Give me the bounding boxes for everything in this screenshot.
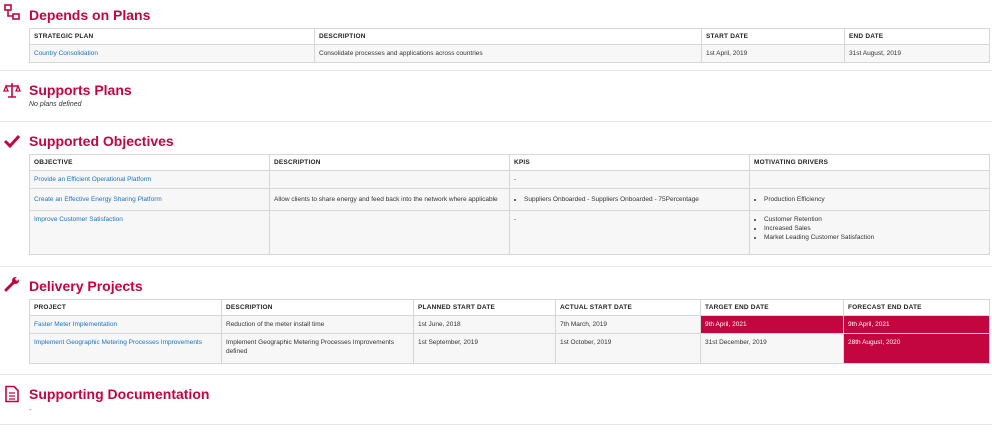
column-header-motivating-drivers: MOTIVATING DRIVERS [749,154,990,171]
section-title-depends-on-plans: Depends on Plans [29,7,151,23]
balance-scale-icon [3,83,21,98]
column-header-end-date: END DATE [844,28,990,45]
driver-item: Customer Retention [764,215,985,224]
supporting-documentation-section: Supporting Documentation - [0,375,992,425]
objective-description [269,170,510,189]
section-title-supported-objectives: Supported Objectives [29,133,174,149]
hierarchy-icon [4,4,20,20]
column-header-kpis: KPIS [509,154,750,171]
column-header-description: DESCRIPTION [221,299,414,316]
column-header-planned-start-date: PLANNED START DATE [413,299,556,316]
driver-item: Market Leading Customer Satisfaction [764,233,985,242]
project-link[interactable]: Implement Geographic Metering Processes … [34,339,202,346]
delivery-projects-table: PROJECT DESCRIPTION PLANNED START DATE A… [29,299,990,364]
planned-start-date: 1st June, 2018 [413,315,556,334]
objective-description: Allow clients to share energy and feed b… [269,188,510,211]
forecast-end-date: 28th August, 2020 [843,333,990,364]
wrench-icon [4,277,19,292]
objective-kpis: Suppliers Onboarded - Suppliers Onboarde… [509,188,750,211]
plan-description: Consolidate processes and applications a… [314,44,702,63]
section-title-supporting-documentation: Supporting Documentation [29,386,210,402]
objective-kpis: - [509,210,750,255]
supports-plans-section: Supports Plans No plans defined [0,71,992,122]
target-end-date: 31st December, 2019 [700,333,844,364]
checkmark-icon [3,134,21,149]
table-row: Faster Meter Implementation Reduction of… [29,315,990,334]
project-description: Reduction of the meter install time [221,315,414,334]
driver-item: Production Efficiency [764,195,985,204]
delivery-projects-section: Delivery Projects PROJECT DESCRIPTION PL… [0,267,992,375]
depends-on-plans-table: STRATEGIC PLAN DESCRIPTION START DATE EN… [29,28,990,63]
objective-link[interactable]: Provide an Efficient Operational Platfor… [34,176,151,183]
objective-kpis: - [509,170,750,189]
column-header-forecast-end-date: FORECAST END DATE [843,299,990,316]
objective-link[interactable]: Improve Customer Satisfaction [34,216,123,223]
table-row: Create an Effective Energy Sharing Platf… [29,188,990,211]
supported-objectives-section: Supported Objectives OBJECTIVE DESCRIPTI… [0,122,992,267]
objective-link[interactable]: Create an Effective Energy Sharing Platf… [34,196,162,203]
planned-start-date: 1st September, 2019 [413,333,556,364]
column-header-target-end-date: TARGET END DATE [700,299,844,316]
objective-drivers: Customer Retention Increased Sales Marke… [749,210,990,255]
actual-start-date: 1st October, 2019 [555,333,701,364]
table-row: Country Consolidation Consolidate proces… [29,44,990,63]
objective-drivers [749,170,990,189]
no-plans-message: No plans defined [29,101,82,108]
plan-end-date: 31st August, 2019 [844,44,990,63]
column-header-actual-start-date: ACTUAL START DATE [555,299,701,316]
kpi-item: Suppliers Onboarded - Suppliers Onboarde… [524,195,745,204]
column-header-objective: OBJECTIVE [29,154,270,171]
forecast-end-date: 9th April, 2021 [843,315,990,334]
strategic-plan-link[interactable]: Country Consolidation [34,50,98,57]
project-link[interactable]: Faster Meter Implementation [34,321,117,328]
plan-start-date: 1st April, 2019 [701,44,845,63]
section-title-supports-plans: Supports Plans [29,82,132,98]
objective-description [269,210,510,255]
column-header-start-date: START DATE [701,28,845,45]
depends-on-plans-section: Depends on Plans STRATEGIC PLAN DESCRIPT… [0,0,992,71]
objective-drivers: Production Efficiency [749,188,990,211]
no-documentation-placeholder: - [29,405,32,414]
column-header-project: PROJECT [29,299,222,316]
table-row: Implement Geographic Metering Processes … [29,333,990,364]
project-description: Implement Geographic Metering Processes … [221,333,414,364]
column-header-strategic-plan: STRATEGIC PLAN [29,28,315,45]
column-header-description: DESCRIPTION [314,28,702,45]
table-row: Provide an Efficient Operational Platfor… [29,170,990,189]
actual-start-date: 7th March, 2019 [555,315,701,334]
supported-objectives-table: OBJECTIVE DESCRIPTION KPIS MOTIVATING DR… [29,154,990,255]
column-header-description: DESCRIPTION [269,154,510,171]
target-end-date: 9th April, 2021 [700,315,844,334]
document-icon [5,385,19,403]
driver-item: Increased Sales [764,224,985,233]
table-row: Improve Customer Satisfaction - Customer… [29,210,990,255]
section-title-delivery-projects: Delivery Projects [29,278,143,294]
